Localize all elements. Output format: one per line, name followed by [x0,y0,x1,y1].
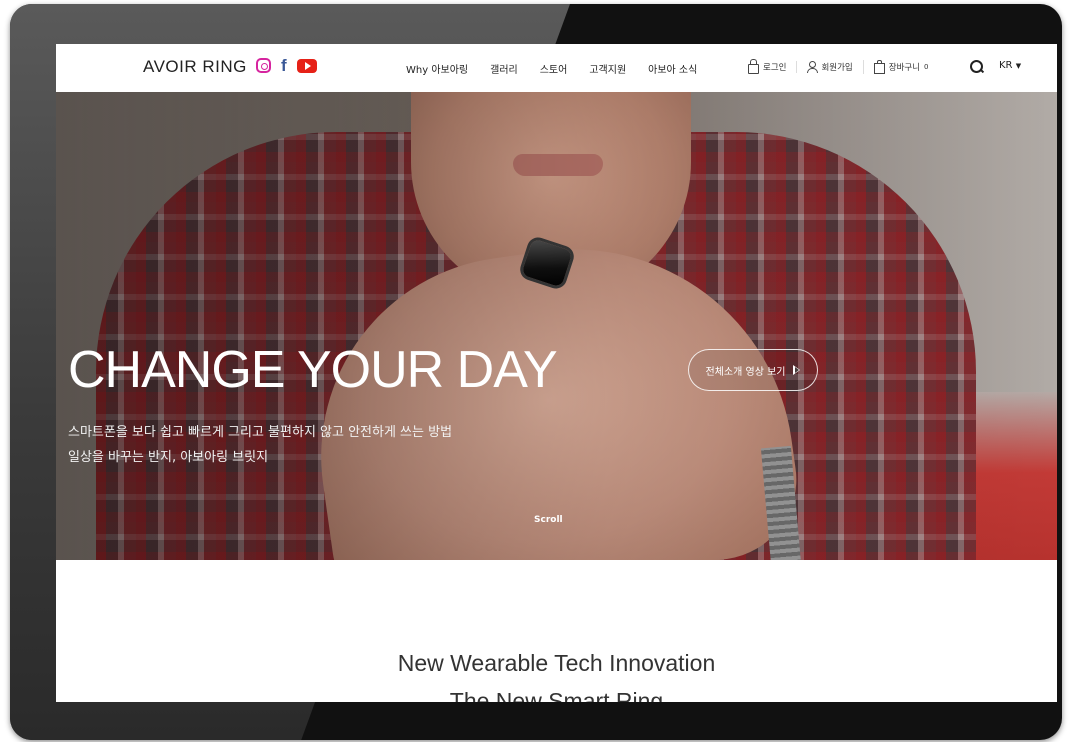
youtube-icon[interactable] [296,58,317,73]
nav-item-news[interactable]: 아보아 소식 [648,61,697,76]
user-icon [807,61,819,73]
main-nav: Why 아보아링 갤러리 스토어 고객지원 아보아 소식 [406,61,697,76]
cart-count: 0 [924,63,929,71]
login-link[interactable]: 로그인 [748,59,796,74]
facebook-icon[interactable]: f [281,57,287,74]
cart-label: 장바구니 [888,63,921,73]
login-label: 로그인 [763,63,787,73]
watch-video-button[interactable]: 전체소개 영상 보기 [688,349,818,391]
watch-video-label: 전체소개 영상 보기 [705,366,786,378]
nav-item-gallery[interactable]: 갤러리 [490,61,518,76]
signup-link[interactable]: 회원가입 [796,61,862,73]
section-subtitle: The New Smart Ring [449,688,664,702]
device-frame: AVOIR RING f Why 아보아링 갤러리 스토어 고객지원 아보아 소… [10,4,1062,740]
language-selector[interactable]: KR ▼ [999,60,1021,71]
signup-label: 회원가입 [821,63,853,73]
nav-item-support[interactable]: 고객지원 [589,61,626,76]
shopping-bag-icon [873,60,885,74]
hero-banner: CHANGE YOUR DAY 스마트폰을 보다 쉽고 빠르게 그리고 불편하지… [56,92,1057,560]
language-label: KR [999,60,1013,71]
hero-overlay [56,92,1057,560]
cart-link[interactable]: 장바구니 0 [862,60,939,74]
caret-down-icon: ▼ [1015,62,1022,70]
hero-subline-2: 일상을 바꾸는 반지, 아보아링 브릿지 [68,450,269,465]
search-icon[interactable] [970,60,983,73]
nav-item-why[interactable]: Why 아보아링 [406,61,468,76]
play-icon [793,365,801,375]
hero-headline: CHANGE YOUR DAY [68,341,558,399]
scroll-indicator[interactable]: Scroll [534,515,563,525]
social-links: f [256,57,317,74]
hero-subline-1: 스마트폰을 보다 쉽고 빠르게 그리고 불편하지 않고 안전하게 쓰는 방법 [68,425,453,440]
instagram-icon[interactable] [256,58,271,73]
nav-item-store[interactable]: 스토어 [540,61,568,76]
section-title: New Wearable Tech Innovation [397,650,716,676]
site-header: AVOIR RING f Why 아보아링 갤러리 스토어 고객지원 아보아 소… [56,44,1057,92]
site-logo[interactable]: AVOIR RING [143,57,247,77]
lock-icon [748,59,759,74]
website-screen: AVOIR RING f Why 아보아링 갤러리 스토어 고객지원 아보아 소… [56,44,1057,702]
user-utilities: 로그인 회원가입 장바구니 0 [748,59,939,74]
